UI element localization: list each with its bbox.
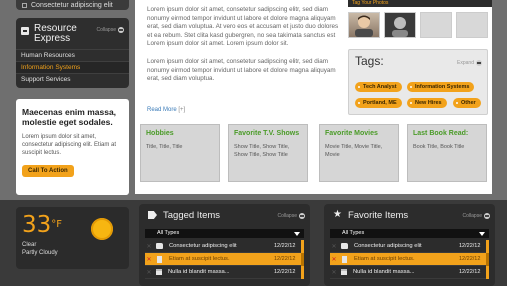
resource-list: Human Resources Information Systems Supp…	[16, 49, 129, 85]
calendar-icon	[156, 269, 162, 275]
sun-icon	[91, 218, 113, 240]
remove-icon[interactable]: ✕	[330, 243, 338, 250]
list-item[interactable]: ✕ Nulla id blandit massa... 12/22/12	[330, 266, 489, 279]
favorite-items-list: ✕ Consectetur adipiscing elit 12/22/12 ✕…	[330, 240, 489, 279]
tagged-items-title: Tagged Items	[163, 209, 221, 221]
tag-new-hires[interactable]: New Hires	[407, 98, 447, 108]
chevron-down-icon	[479, 232, 485, 236]
person-icon	[392, 17, 408, 37]
favorite-items-header: ★ Favorite Items Collapse	[324, 204, 495, 226]
star-icon: ★	[333, 209, 342, 220]
promo-text: Lorem ipsum dolor sit amet, consectetur …	[22, 134, 117, 156]
row-accent-bar	[301, 253, 304, 266]
resource-express-header: Resource Express Collapse	[16, 18, 129, 49]
remove-icon[interactable]: ✕	[145, 269, 153, 276]
row-accent-bar	[486, 266, 489, 279]
resource-item-support-services[interactable]: Support Services	[16, 73, 129, 85]
tag-other[interactable]: Other	[453, 98, 481, 108]
collapse-icon	[484, 213, 490, 219]
promo-title: Maecenas enim massa, molestie eget sodal…	[22, 107, 117, 127]
photo-placeholder[interactable]	[420, 12, 452, 38]
promo-card: Maecenas enim massa, molestie eget sodal…	[16, 99, 129, 195]
card-title: Hobbies	[146, 130, 174, 137]
photo-band-label: Tag Your Photos	[352, 0, 389, 6]
minus-box-icon[interactable]	[21, 27, 29, 35]
remove-icon[interactable]: ✕	[145, 243, 153, 250]
document-icon	[157, 255, 162, 263]
tagged-items-list: ✕ Consectetur adipiscing elit 12/22/12 ✕…	[145, 240, 304, 279]
row-accent-bar	[301, 240, 304, 253]
weather-conditions: Clear Partly Cloudy	[22, 242, 58, 256]
collapse-button[interactable]: Collapse	[463, 213, 490, 219]
card-text: Title, Title, Title	[146, 144, 183, 150]
main-content-panel: Lorem ipsum dolor sit amet, consetetur s…	[135, 0, 492, 194]
article-body: Lorem ipsum dolor sit amet, consetetur s…	[147, 6, 342, 93]
resource-express-title: Resource Express	[34, 23, 77, 44]
expand-icon	[476, 60, 482, 66]
card-title: Favorite Movies	[325, 130, 378, 137]
document-icon	[342, 255, 347, 263]
resource-item-human-resources[interactable]: Human Resources	[16, 49, 129, 61]
list-item[interactable]: ✕ Etiam at suscipit lectus. 12/22/12	[330, 253, 489, 266]
folder-icon	[156, 243, 163, 249]
remove-icon[interactable]: ✕	[330, 256, 338, 263]
card-text: Movie Title, Movie Title, Movie	[325, 144, 383, 158]
article-paragraph: Lorem ipsum dolor sit amet, consetetur s…	[147, 57, 336, 83]
resource-express-panel: Resource Express Collapse Human Resource…	[16, 18, 129, 88]
remove-icon[interactable]: ✕	[145, 256, 153, 263]
tagged-items-header: Tagged Items Collapse	[139, 204, 310, 226]
collapse-button[interactable]: Collapse	[278, 213, 305, 219]
tags-panel: Tags: Expand Tech Analyst Information Sy…	[348, 49, 488, 115]
tag-portland-me[interactable]: Portland, ME	[355, 98, 402, 108]
left-top-link-label: Consectetur adipiscing elit	[31, 1, 113, 9]
calendar-icon	[341, 269, 347, 275]
type-filter-select[interactable]: All Types	[145, 229, 304, 238]
photo-strip: Tag Your Photos	[348, 0, 492, 40]
tag-information-systems[interactable]: Information Systems	[407, 82, 475, 92]
movies-card: Favorite Movies Movie Title, Movie Title…	[319, 124, 399, 182]
list-item[interactable]: ✕ Etiam at suscipit lectus. 12/22/12	[145, 253, 304, 266]
list-item[interactable]: ✕ Consectetur adipiscing elit 12/22/12	[330, 240, 489, 253]
folder-icon	[341, 243, 348, 249]
favorite-items-title: Favorite Items	[347, 209, 409, 221]
card-title: Favorite T.V. Shows	[234, 130, 300, 137]
resource-item-information-systems[interactable]: Information Systems	[16, 61, 129, 73]
tag-icon	[148, 211, 157, 219]
favorite-items-panel: ★ Favorite Items Collapse All Types ✕ Co…	[324, 204, 495, 286]
read-more-link[interactable]: Read More [+]	[147, 107, 185, 113]
remove-icon[interactable]: ✕	[330, 269, 338, 276]
photo-thumbnail[interactable]	[384, 12, 416, 38]
weather-widget: 33°F Clear Partly Cloudy	[16, 207, 129, 269]
collapse-icon	[299, 213, 305, 219]
list-item[interactable]: ✕ Nulla id blandit massa... 12/22/12	[145, 266, 304, 279]
expand-button[interactable]: Expand	[457, 60, 482, 66]
tagged-items-panel: Tagged Items Collapse All Types ✕ Consec…	[139, 204, 310, 286]
type-filter-select[interactable]: All Types	[330, 229, 489, 238]
checkbox-icon	[22, 2, 27, 8]
photo-placeholder[interactable]	[456, 12, 488, 38]
call-to-action-button[interactable]: Call To Action	[22, 165, 74, 177]
article-paragraph: Lorem ipsum dolor sit amet, consetetur s…	[147, 6, 339, 48]
card-title: Last Book Read:	[413, 130, 469, 137]
tag-tech-analyst[interactable]: Tech Analyst	[355, 82, 402, 92]
row-accent-bar	[486, 240, 489, 253]
card-text: Show Title, Show Title, Show Title, Show…	[234, 144, 290, 158]
person-icon	[355, 15, 373, 37]
last-book-card: Last Book Read: Book Title, Book Title	[407, 124, 487, 182]
collapse-button[interactable]: Collapse	[97, 27, 124, 33]
tv-shows-card: Favorite T.V. Shows Show Title, Show Tit…	[228, 124, 308, 182]
chevron-down-icon	[294, 232, 300, 236]
profile-photo[interactable]	[348, 12, 380, 38]
row-accent-bar	[301, 266, 304, 279]
temperature-unit: °F	[51, 219, 63, 230]
hobbies-card: Hobbies Title, Title, Title	[140, 124, 220, 182]
left-top-link[interactable]: Consectetur adipiscing elit	[16, 0, 129, 10]
collapse-icon	[118, 27, 124, 33]
list-item[interactable]: ✕ Consectetur adipiscing elit 12/22/12	[145, 240, 304, 253]
card-text: Book Title, Book Title	[413, 144, 465, 150]
row-accent-bar	[486, 253, 489, 266]
